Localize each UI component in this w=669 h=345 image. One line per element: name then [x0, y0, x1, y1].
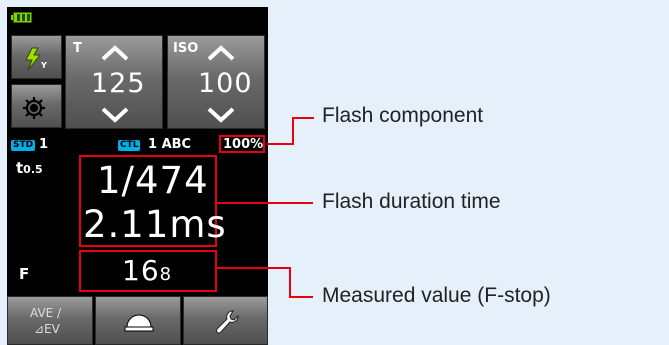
flash-mode-button[interactable]: Y	[11, 35, 62, 79]
callout-line-measured	[289, 296, 313, 298]
duration-ms: 2.11ms	[83, 203, 227, 246]
shutter-value: 125	[91, 68, 146, 99]
chevron-up-icon[interactable]	[100, 44, 130, 62]
chevron-down-icon[interactable]	[206, 106, 236, 124]
callout-line-flash-component	[292, 117, 294, 145]
flash-percent: 100%	[223, 137, 264, 152]
measured-value-callout: Measured value (F-stop)	[322, 284, 551, 307]
fstop-value: 168	[122, 254, 173, 287]
dome-button[interactable]	[95, 296, 181, 345]
duration-fraction: 1/474	[97, 159, 209, 202]
ave-ev-button[interactable]: AVE / ⊿EV	[7, 296, 93, 345]
iso-label: ISO	[173, 41, 199, 56]
light-meter-screen: Y T 125 ISO 100 STD 1 CTL 1 ABC 100% t0.…	[7, 7, 268, 345]
ctl-badge: CTL	[118, 140, 141, 151]
flash-component-callout: Flash component	[322, 104, 484, 127]
std-value: 1	[39, 137, 49, 152]
flash-duration-callout: Flash duration time	[322, 190, 501, 213]
settings-button[interactable]	[11, 84, 62, 128]
fstop-label: F	[19, 265, 30, 283]
chevron-down-icon[interactable]	[100, 106, 130, 124]
callout-line-measured	[217, 267, 291, 269]
callout-line-measured	[289, 267, 291, 298]
iso-value: 100	[198, 68, 253, 99]
duration-label: t0.5	[16, 159, 43, 177]
callout-line-flash-component	[267, 143, 292, 145]
shutter-speed-control[interactable]: T 125	[65, 35, 163, 129]
ev-label: ⊿EV	[34, 322, 60, 336]
std-badge: STD	[11, 140, 36, 151]
ave-label: AVE /	[30, 306, 62, 320]
dome-icon	[124, 314, 154, 332]
wrench-icon	[216, 310, 239, 334]
battery-full-icon	[11, 12, 32, 23]
chevron-up-icon[interactable]	[206, 44, 236, 62]
tools-button[interactable]	[183, 296, 268, 345]
channel-text: 1 ABC	[148, 137, 192, 152]
flash-mode-icon: Y	[25, 47, 47, 71]
callout-line-duration	[217, 202, 313, 204]
gear-icon	[23, 97, 45, 119]
shutter-label: T	[73, 41, 82, 56]
iso-control[interactable]: ISO 100	[167, 35, 265, 129]
callout-line-flash-component	[292, 117, 314, 119]
svg-text:Y: Y	[40, 61, 47, 70]
